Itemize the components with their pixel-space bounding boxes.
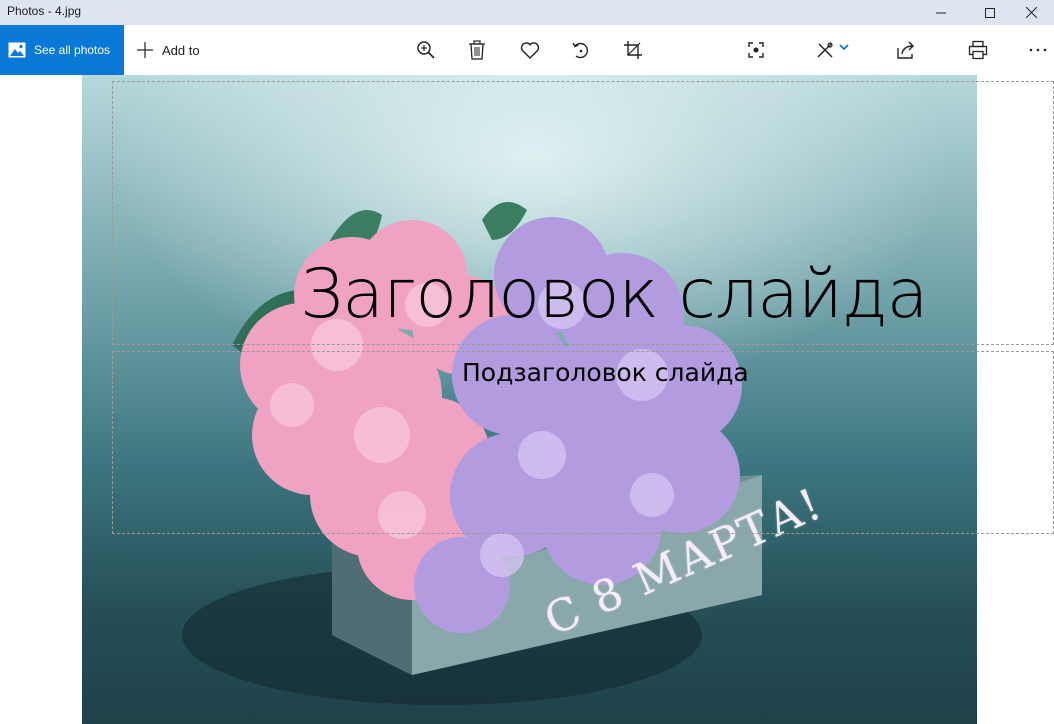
close-button[interactable] bbox=[1008, 0, 1054, 25]
print-icon bbox=[968, 40, 988, 60]
enhance-icon bbox=[748, 42, 764, 58]
delete-icon bbox=[469, 40, 485, 60]
window-title: Photos - 4.jpg bbox=[7, 4, 82, 18]
rotate-icon bbox=[572, 42, 589, 59]
favorite-icon bbox=[520, 42, 540, 59]
crop-icon bbox=[624, 41, 642, 59]
delete-button[interactable] bbox=[465, 38, 489, 62]
gallery-icon bbox=[8, 42, 26, 58]
edit-draw-button[interactable] bbox=[815, 38, 859, 62]
see-all-photos-button[interactable]: See all photos bbox=[0, 25, 124, 75]
close-icon bbox=[1025, 7, 1037, 18]
minimize-icon bbox=[936, 12, 946, 13]
edit-draw-icon bbox=[817, 42, 833, 58]
title-bar: Photos - 4.jpg bbox=[0, 0, 1054, 25]
more-button[interactable] bbox=[1026, 38, 1050, 62]
image-viewer[interactable]: С 8 МАРТА! Заголовок слайда Подзаголовок… bbox=[0, 75, 1054, 724]
favorite-button[interactable] bbox=[518, 38, 542, 62]
maximize-button[interactable] bbox=[967, 0, 1013, 25]
more-icon bbox=[1029, 48, 1047, 52]
slide-subtitle: Подзаголовок слайда bbox=[462, 358, 749, 387]
maximize-icon bbox=[985, 7, 995, 18]
add-to-label: Add to bbox=[162, 42, 200, 58]
app-toolbar: See all photos Add to bbox=[0, 25, 1054, 75]
print-button[interactable] bbox=[966, 38, 990, 62]
zoom-in-icon bbox=[417, 41, 435, 59]
plus-icon bbox=[136, 41, 154, 59]
share-icon bbox=[897, 41, 914, 59]
add-to-button[interactable]: Add to bbox=[136, 25, 200, 75]
zoom-button[interactable] bbox=[414, 38, 438, 62]
enhance-button[interactable] bbox=[744, 38, 768, 62]
crop-button[interactable] bbox=[621, 38, 645, 62]
chevron-down-icon bbox=[839, 44, 849, 51]
slide-title: Заголовок слайда bbox=[300, 255, 928, 334]
minimize-button[interactable] bbox=[918, 0, 964, 25]
rotate-button[interactable] bbox=[569, 38, 593, 62]
see-all-photos-label: See all photos bbox=[34, 43, 111, 57]
share-button[interactable] bbox=[894, 38, 918, 62]
